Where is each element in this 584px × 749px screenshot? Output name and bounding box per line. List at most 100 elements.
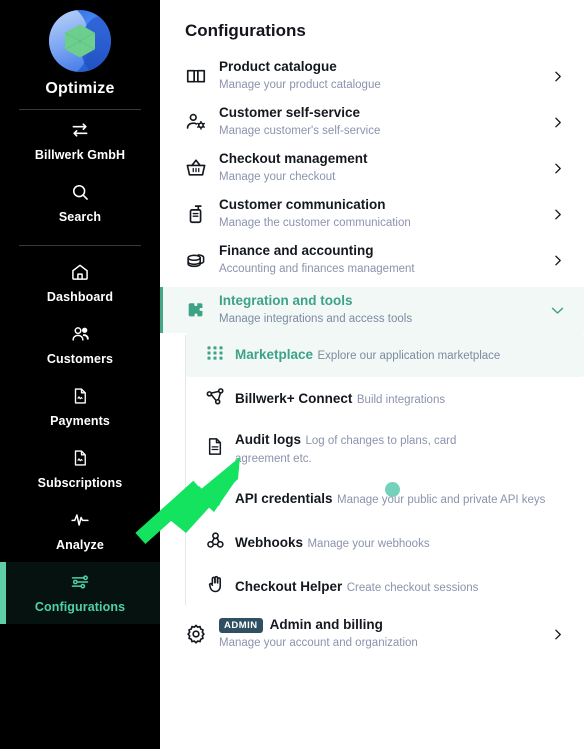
sub-row-checkout-helper[interactable]: Checkout Helper Create checkout sessions <box>186 565 584 609</box>
brand-name: Optimize <box>45 80 115 97</box>
sub-row-text: Checkout Helper Create checkout sessions <box>235 578 478 596</box>
sidebar-item-organization[interactable]: Billwerk GmbH <box>0 110 160 172</box>
sub-row-billwerk-connect[interactable]: Billwerk+ Connect Build integrations <box>186 377 584 421</box>
configurations-list: Product catalogue Manage your product ca… <box>160 53 584 657</box>
file-lines-icon <box>205 436 235 462</box>
config-row-text: Checkout management Manage your checkout <box>215 151 548 185</box>
chevron-down-icon[interactable] <box>548 303 566 318</box>
config-row-title: Customer self-service <box>219 105 361 120</box>
sub-row-webhooks[interactable]: Webhooks Manage your webhooks <box>186 521 584 565</box>
document-icon <box>4 448 156 470</box>
config-row-text: Customer communication Manage the custom… <box>215 197 548 231</box>
sub-row-subtitle: Explore our application marketplace <box>317 350 501 362</box>
sidebar-item-configurations[interactable]: Configurations <box>0 562 160 624</box>
config-row-subtitle: Manage the customer communication <box>219 217 411 229</box>
logo-hexagon-icon <box>65 24 95 58</box>
sliders-icon <box>4 572 156 594</box>
config-row-title-wrap: ADMIN Admin and billing <box>219 617 548 633</box>
home-icon <box>4 262 156 284</box>
config-row-integration-and-tools[interactable]: Integration and tools Manage integration… <box>160 287 584 333</box>
sub-row-title: Marketplace <box>235 347 314 362</box>
sub-row-text: Billwerk+ Connect Build integrations <box>235 390 445 408</box>
sub-row-title: API credentials <box>235 491 333 506</box>
user-gear-icon <box>185 111 215 133</box>
config-row-title: Customer communication <box>219 197 386 212</box>
basket-icon <box>185 157 215 179</box>
search-icon <box>4 182 156 204</box>
config-row-text: Finance and accounting Accounting and fi… <box>215 243 548 277</box>
main-content: Configurations Product catalogue Manage … <box>160 0 584 749</box>
optimize-logo-icon <box>49 10 111 72</box>
sidebar-item-label: Configurations <box>34 600 126 614</box>
sub-row-subtitle: Build integrations <box>356 394 446 406</box>
key-icon <box>205 486 235 512</box>
config-row-checkout-management[interactable]: Checkout management Manage your checkout <box>160 145 584 191</box>
chevron-right-icon[interactable] <box>548 70 566 83</box>
sub-row-subtitle: Create checkout sessions <box>346 582 479 594</box>
users-icon <box>4 324 156 346</box>
app-root: Optimize Billwerk GmbH Search Dashboard … <box>0 0 584 749</box>
sidebar-item-label: Customers <box>46 352 114 366</box>
sub-row-subtitle: Manage your webhooks <box>307 538 430 550</box>
config-row-text: ADMIN Admin and billing Manage your acco… <box>215 617 548 651</box>
config-row-text: Integration and tools Manage integration… <box>215 293 548 327</box>
config-row-title: Admin and billing <box>269 617 383 632</box>
radio-icon <box>185 203 215 225</box>
sub-row-title: Checkout Helper <box>235 579 343 594</box>
config-row-admin-and-billing[interactable]: ADMIN Admin and billing Manage your acco… <box>160 611 584 657</box>
config-row-customer-communication[interactable]: Customer communication Manage the custom… <box>160 191 584 237</box>
sub-row-audit-logs[interactable]: Audit logs Log of changes to plans, card… <box>186 421 584 477</box>
config-row-title: Product catalogue <box>219 59 337 74</box>
config-row-title: Integration and tools <box>219 293 353 308</box>
sub-row-title: Webhooks <box>235 535 304 550</box>
config-row-finance-accounting[interactable]: Finance and accounting Accounting and fi… <box>160 237 584 283</box>
sub-row-marketplace[interactable]: Marketplace Explore our application mark… <box>186 333 584 377</box>
chevron-right-icon[interactable] <box>548 208 566 221</box>
webhook-icon <box>205 530 235 556</box>
config-row-subtitle: Manage your checkout <box>219 171 336 183</box>
config-row-subtitle: Manage customer's self-service <box>219 125 381 137</box>
chevron-right-icon[interactable] <box>548 116 566 129</box>
sidebar-item-label: Dashboard <box>46 290 114 304</box>
status-badge: ADMIN <box>219 617 263 633</box>
sidebar-item-payments[interactable]: Payments <box>0 376 160 438</box>
sidebar-item-search[interactable]: Search <box>0 172 160 234</box>
hand-icon <box>205 574 235 600</box>
sidebar-item-subscriptions[interactable]: Subscriptions <box>0 438 160 500</box>
sidebar-item-dashboard[interactable]: Dashboard <box>0 252 160 314</box>
sidebar-item-label: Search <box>58 210 102 224</box>
chevron-right-icon[interactable] <box>548 254 566 267</box>
sidebar: Optimize Billwerk GmbH Search Dashboard … <box>0 0 160 749</box>
config-row-subtitle: Manage integrations and access tools <box>219 313 413 325</box>
switch-arrows-icon <box>4 120 156 142</box>
document-icon <box>4 386 156 408</box>
config-row-text: Product catalogue Manage your product ca… <box>215 59 548 93</box>
config-row-customer-self-service[interactable]: Customer self-service Manage customer's … <box>160 99 584 145</box>
sub-row-api-credentials[interactable]: API credentials Manage your public and p… <box>186 477 584 521</box>
sub-row-title: Audit logs <box>235 432 301 447</box>
chevron-right-icon[interactable] <box>548 162 566 175</box>
sub-row-subtitle: Manage your public and private API keys <box>337 494 546 506</box>
config-row-product-catalogue[interactable]: Product catalogue Manage your product ca… <box>160 53 584 99</box>
pulse-icon <box>4 510 156 532</box>
config-row-title: Checkout management <box>219 151 368 166</box>
grid-dots-icon <box>205 343 235 368</box>
sub-row-text: Audit logs Log of changes to plans, card… <box>235 431 495 467</box>
coins-icon <box>185 249 215 271</box>
share-nodes-icon <box>205 386 235 412</box>
sidebar-item-label: Analyze <box>56 538 104 552</box>
book-icon <box>185 65 215 87</box>
sidebar-item-analyze[interactable]: Analyze <box>0 500 160 562</box>
puzzle-icon <box>185 299 215 321</box>
brand[interactable]: Optimize <box>0 0 160 98</box>
sidebar-divider-mid <box>19 245 141 246</box>
sidebar-item-label: Billwerk GmbH <box>34 148 126 162</box>
config-row-subtitle: Manage your product catalogue <box>219 79 381 91</box>
page-title: Configurations <box>185 21 306 40</box>
chevron-right-icon[interactable] <box>548 628 566 641</box>
sidebar-item-customers[interactable]: Customers <box>0 314 160 376</box>
sub-row-text: Webhooks Manage your webhooks <box>235 534 430 552</box>
sidebar-item-label: Payments <box>50 414 110 428</box>
config-row-subtitle: Accounting and finances management <box>219 263 415 275</box>
sub-row-title: Billwerk+ Connect <box>235 391 353 406</box>
